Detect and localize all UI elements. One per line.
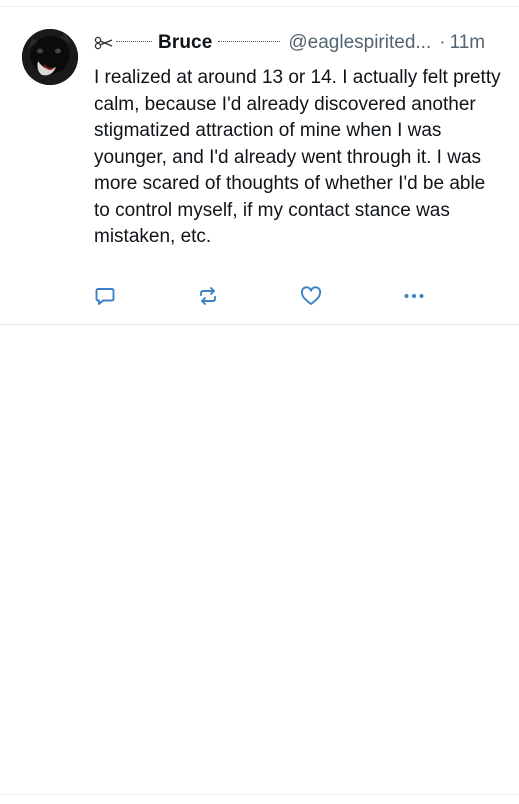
author-handle[interactable]: @eaglespirited... xyxy=(288,32,431,54)
bottom-divider xyxy=(0,794,519,795)
post-header: Bruce @eaglespirited... · 11m xyxy=(94,31,504,55)
reply-button[interactable] xyxy=(92,283,118,309)
feed-page: Bruce @eaglespirited... · 11m I realized… xyxy=(0,0,519,804)
repost-button[interactable] xyxy=(195,283,221,309)
more-options-button[interactable] xyxy=(401,283,427,309)
scissors-icon xyxy=(94,36,113,50)
post-text: I realized at around 13 or 14. I actuall… xyxy=(94,67,501,247)
repost-icon xyxy=(200,287,216,305)
like-button[interactable] xyxy=(298,283,324,309)
post-actions xyxy=(92,283,432,309)
post-timestamp[interactable]: 11m xyxy=(450,32,486,54)
author-name[interactable]: Bruce xyxy=(158,32,212,54)
header-separator: · xyxy=(439,32,446,53)
like-heart-icon xyxy=(300,286,322,305)
more-options-icon xyxy=(404,294,424,298)
reply-icon xyxy=(95,288,115,305)
post-item[interactable]: Bruce @eaglespirited... · 11m I realized… xyxy=(0,7,519,325)
dotted-decoration xyxy=(116,40,152,42)
black-dog-avatar-icon xyxy=(22,29,78,85)
dotted-decoration xyxy=(218,40,281,42)
avatar[interactable] xyxy=(22,29,78,85)
